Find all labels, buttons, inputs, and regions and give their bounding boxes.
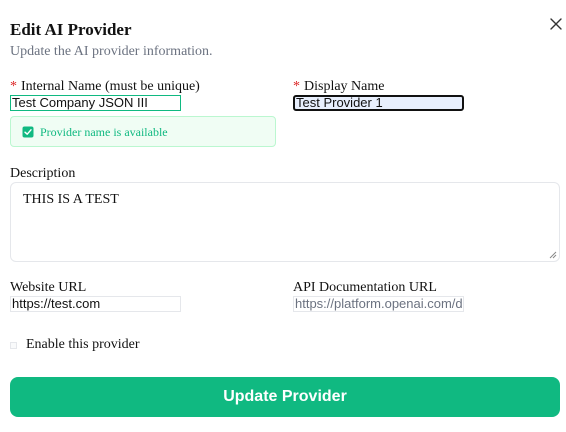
- edit-provider-dialog: Edit AI Provider Update the AI provider …: [0, 0, 566, 432]
- name-availability-notice: Provider name is available: [10, 116, 276, 147]
- enable-provider-label: Enable this provider: [26, 337, 140, 352]
- website-url-input[interactable]: https://test.com: [10, 296, 181, 312]
- internal-name-input[interactable]: Test Company JSON III: [10, 95, 181, 111]
- description-textarea[interactable]: THIS IS A TEST: [10, 182, 560, 262]
- close-icon: [550, 18, 562, 30]
- internal-name-label: * Internal Name (must be unique): [10, 79, 200, 95]
- dialog-subtitle: Update the AI provider information.: [10, 44, 213, 59]
- enable-provider-checkbox[interactable]: [10, 342, 17, 349]
- resize-handle-icon[interactable]: [549, 251, 557, 259]
- availability-text: Provider name is available: [40, 125, 168, 139]
- update-provider-button[interactable]: Update Provider: [10, 377, 560, 417]
- internal-name-label-text: Internal Name (must be unique): [21, 79, 200, 94]
- display-name-label-text: Display Name: [304, 79, 385, 94]
- required-marker: *: [10, 79, 17, 94]
- display-name-input[interactable]: Test Provider 1: [293, 95, 464, 111]
- display-name-label: * Display Name: [293, 79, 384, 95]
- api-doc-url-label: API Documentation URL: [293, 280, 437, 295]
- api-doc-url-input[interactable]: https://platform.openai.com/docs: [293, 296, 464, 312]
- close-button[interactable]: [548, 16, 564, 32]
- required-marker: *: [293, 79, 300, 94]
- check-square-icon: [22, 126, 34, 138]
- description-label: Description: [10, 166, 76, 181]
- dialog-title: Edit AI Provider: [10, 20, 132, 39]
- description-value: THIS IS A TEST: [23, 192, 119, 207]
- website-url-label: Website URL: [10, 280, 87, 295]
